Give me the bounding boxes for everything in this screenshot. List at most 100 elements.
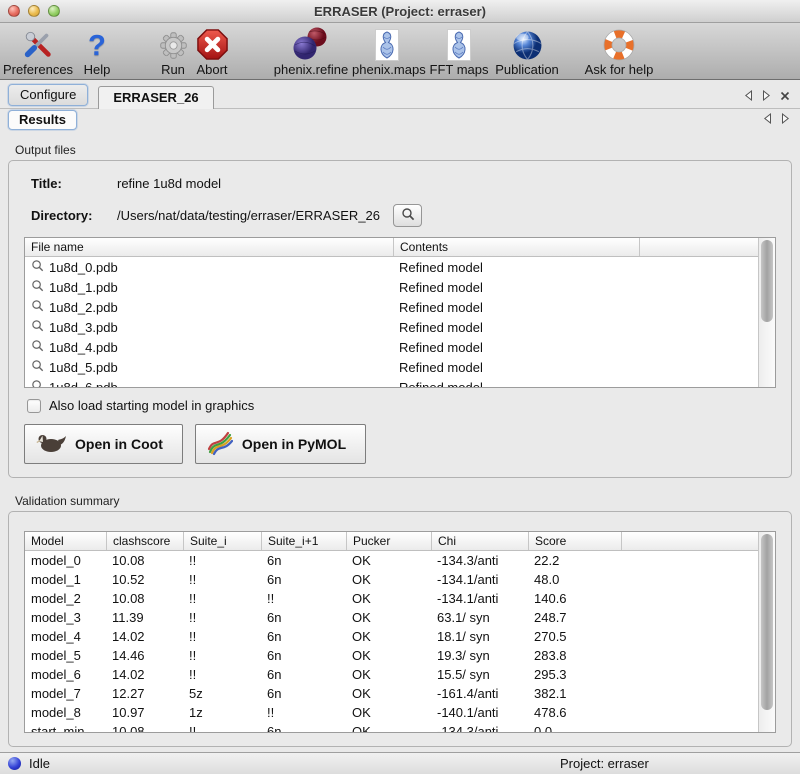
cell-chi: -134.3/anti [431, 724, 528, 732]
cell-score: 270.5 [528, 629, 621, 644]
tool-label: Preferences [0, 62, 76, 77]
abort-stop-icon [186, 26, 238, 61]
validation-row[interactable]: model_8 10.97 1z !! OK -140.1/anti 478.6 [25, 703, 758, 722]
file-name: 1u8d_5.pdb [49, 360, 118, 375]
validation-groupbox: Model clashscore Suite_i Suite_i+1 Pucke… [8, 511, 792, 747]
validation-row[interactable]: model_4 14.02 !! 6n OK 18.1/ syn 270.5 [25, 627, 758, 646]
tab-erraser-26[interactable]: ERRASER_26 [98, 86, 213, 109]
close-window-button[interactable] [8, 5, 20, 17]
sub-tab-bar: Results [0, 109, 800, 131]
cell-pucker: OK [346, 610, 431, 625]
validation-row[interactable]: model_5 14.46 !! 6n OK 19.3/ syn 283.8 [25, 646, 758, 665]
file-contents: Refined model [393, 280, 639, 295]
cell-clashscore: 12.27 [106, 686, 183, 701]
globe-icon [493, 26, 561, 61]
cell-score: 283.8 [528, 648, 621, 663]
cell-score: 478.6 [528, 705, 621, 720]
file-row[interactable]: 1u8d_1.pdb Refined model [25, 277, 758, 297]
cell-pucker: OK [346, 667, 431, 682]
validation-row[interactable]: model_2 10.08 !! !! OK -134.1/anti 140.6 [25, 589, 758, 608]
file-name: 1u8d_3.pdb [49, 320, 118, 335]
publication-button[interactable]: Publication [493, 26, 561, 77]
browse-directory-button[interactable] [393, 204, 422, 227]
column-header-empty [639, 238, 758, 256]
cell-suite-i1: !! [261, 705, 346, 720]
ask-for-help-button[interactable]: Ask for help [580, 26, 658, 77]
tool-label: Abort [186, 62, 238, 77]
tool-label: phenix.refine [268, 62, 354, 77]
tool-label: Publication [493, 62, 561, 77]
file-row[interactable]: 1u8d_0.pdb Refined model [25, 257, 758, 277]
tab-scroll-left-icon[interactable] [744, 88, 753, 106]
cell-suite-i1: 6n [261, 667, 346, 682]
cell-suite-i1: 6n [261, 724, 346, 732]
open-in-coot-button[interactable]: Open in Coot [24, 424, 183, 464]
file-contents: Refined model [393, 320, 639, 335]
column-header-suite-i1: Suite_i+1 [261, 532, 346, 550]
file-name: 1u8d_6.pdb [49, 380, 118, 388]
directory-label: Directory: [31, 208, 117, 223]
tab-scroll-right-icon[interactable] [762, 88, 771, 106]
subtab-scroll-left-icon[interactable] [763, 111, 772, 129]
validation-row[interactable]: start_min 10.08 !! 6n OK -134.3/anti 0.0 [25, 722, 758, 732]
preferences-button[interactable]: Preferences [0, 26, 76, 77]
file-contents: Refined model [393, 300, 639, 315]
cell-suite-i: !! [183, 572, 261, 587]
file-row[interactable]: 1u8d_5.pdb Refined model [25, 357, 758, 377]
zoom-window-button[interactable] [48, 5, 60, 17]
file-name: 1u8d_2.pdb [49, 300, 118, 315]
cell-clashscore: 11.39 [106, 610, 183, 625]
validation-row[interactable]: model_7 12.27 5z 6n OK -161.4/anti 382.1 [25, 684, 758, 703]
cell-model: model_8 [25, 705, 106, 720]
open-in-pymol-button[interactable]: Open in PyMOL [195, 424, 366, 464]
subtab-scroll-right-icon[interactable] [781, 111, 790, 129]
cell-suite-i: 1z [183, 705, 261, 720]
cell-suite-i1: 6n [261, 610, 346, 625]
validation-row[interactable]: model_3 11.39 !! 6n OK 63.1/ syn 248.7 [25, 608, 758, 627]
column-header-suite-i: Suite_i [183, 532, 261, 550]
file-row[interactable]: 1u8d_4.pdb Refined model [25, 337, 758, 357]
cell-suite-i1: 6n [261, 648, 346, 663]
phenix-maps-button[interactable]: phenix.maps [352, 26, 422, 77]
toolbar: Preferences ? Help Run [0, 23, 800, 80]
cell-clashscore: 14.46 [106, 648, 183, 663]
cell-suite-i: !! [183, 591, 261, 606]
cell-score: 382.1 [528, 686, 621, 701]
validation-table-scrollbar[interactable] [758, 532, 775, 732]
validation-row[interactable]: model_0 10.08 !! 6n OK -134.3/anti 22.2 [25, 551, 758, 570]
file-row[interactable]: 1u8d_6.pdb Refined model [25, 377, 758, 387]
abort-button[interactable]: Abort [186, 26, 238, 77]
status-bar: Idle Project: erraser [0, 752, 800, 774]
validation-row[interactable]: model_1 10.52 !! 6n OK -134.1/anti 48.0 [25, 570, 758, 589]
cell-score: 248.7 [528, 610, 621, 625]
checkbox-label: Also load starting model in graphics [49, 398, 254, 413]
cell-clashscore: 14.02 [106, 667, 183, 682]
file-name: 1u8d_0.pdb [49, 260, 118, 275]
tab-results[interactable]: Results [8, 110, 77, 130]
cell-model: start_min [25, 724, 106, 732]
cell-chi: -140.1/anti [431, 705, 528, 720]
column-header-contents: Contents [393, 238, 639, 256]
cell-suite-i: !! [183, 629, 261, 644]
erraser-window: ERRASER (Project: erraser) Preferences ?… [0, 0, 800, 774]
fft-maps-button[interactable]: FFT maps [427, 26, 491, 77]
file-row[interactable]: 1u8d_3.pdb Refined model [25, 317, 758, 337]
phenix-refine-button[interactable]: phenix.refine [268, 26, 354, 77]
minimize-window-button[interactable] [28, 5, 40, 17]
also-load-starting-model-checkbox[interactable] [27, 399, 41, 413]
button-label: Open in Coot [75, 436, 163, 452]
tab-close-icon[interactable] [780, 88, 790, 106]
tab-configure[interactable]: Configure [8, 84, 88, 106]
project-label: Project: erraser [560, 756, 649, 771]
cell-suite-i: !! [183, 667, 261, 682]
title-value: refine 1u8d model [117, 176, 221, 191]
cell-clashscore: 10.08 [106, 591, 183, 606]
validation-row[interactable]: model_6 14.02 !! 6n OK 15.5/ syn 295.3 [25, 665, 758, 684]
file-row[interactable]: 1u8d_2.pdb Refined model [25, 297, 758, 317]
cell-suite-i1: !! [261, 591, 346, 606]
cell-model: model_5 [25, 648, 106, 663]
directory-value: /Users/nat/data/testing/erraser/ERRASER_… [117, 208, 380, 223]
cell-clashscore: 14.02 [106, 629, 183, 644]
help-button[interactable]: ? Help [76, 26, 118, 77]
files-table-scrollbar[interactable] [758, 238, 775, 387]
